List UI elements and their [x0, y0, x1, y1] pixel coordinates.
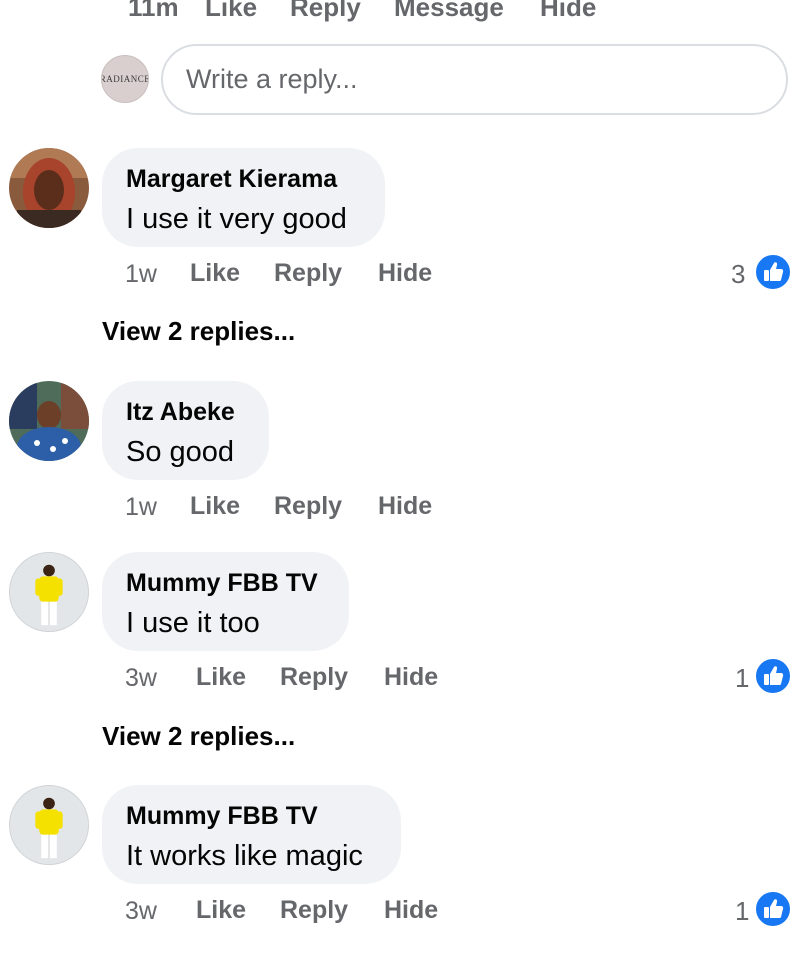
reply-input[interactable] [161, 44, 788, 115]
comment-text: I use it very good [126, 203, 347, 235]
reaction-count[interactable]: 1 [735, 896, 749, 927]
comment-text: I use it too [126, 607, 260, 639]
hide-button[interactable]: Hide [384, 663, 438, 692]
comment-time[interactable]: 1w [125, 493, 157, 522]
comment-author[interactable]: Margaret Kierama [126, 164, 337, 194]
avatar-image [10, 786, 88, 864]
previous-message-button[interactable]: Message [394, 0, 504, 23]
hide-button[interactable]: Hide [384, 896, 438, 925]
comment-author[interactable]: Mummy FBB TV [126, 568, 318, 598]
comment-bubble[interactable]: Itz Abeke So good [102, 381, 269, 480]
reaction-count[interactable]: 3 [731, 259, 745, 290]
reply-button[interactable]: Reply [280, 663, 348, 692]
thumbs-up-icon[interactable] [754, 657, 792, 695]
reaction-count[interactable]: 1 [735, 663, 749, 694]
avatar-margaret-kierama[interactable] [9, 148, 89, 228]
avatar-itz-abeke[interactable] [9, 381, 89, 461]
thumbs-up-glyph [764, 899, 784, 918]
reply-button[interactable]: Reply [274, 492, 342, 521]
comment-text: It works like magic [126, 840, 363, 872]
like-button[interactable]: Like [190, 259, 240, 288]
current-user-avatar: RADIANCE [101, 55, 149, 103]
comment-time[interactable]: 1w [125, 260, 157, 289]
avatar-mummy-fbb-tv[interactable] [9, 785, 89, 865]
avatar-mummy-fbb-tv[interactable] [9, 552, 89, 632]
comment-author[interactable]: Mummy FBB TV [126, 801, 318, 831]
thumbs-up-icon[interactable] [754, 253, 792, 291]
previous-like-button[interactable]: Like [205, 0, 257, 23]
reply-button[interactable]: Reply [280, 896, 348, 925]
previous-reply-button[interactable]: Reply [290, 0, 361, 23]
like-button[interactable]: Like [196, 663, 246, 692]
comment-text: So good [126, 436, 235, 468]
comment-time[interactable]: 3w [125, 664, 157, 693]
avatar-image [9, 381, 89, 461]
avatar-logo-text: RADIANCE [101, 73, 149, 84]
comment-bubble[interactable]: Mummy FBB TV It works like magic [102, 785, 401, 884]
view-replies-link[interactable]: View 2 replies... [102, 721, 295, 752]
avatar-image [10, 553, 88, 631]
hide-button[interactable]: Hide [378, 259, 432, 288]
like-button[interactable]: Like [196, 896, 246, 925]
hide-button[interactable]: Hide [378, 492, 432, 521]
view-replies-link[interactable]: View 2 replies... [102, 316, 295, 347]
like-button[interactable]: Like [190, 492, 240, 521]
comment-author[interactable]: Itz Abeke [126, 397, 235, 427]
thumbs-up-glyph [764, 262, 784, 281]
comment-bubble[interactable]: Mummy FBB TV I use it too [102, 552, 349, 651]
previous-comment-actions: 11m Like Reply Message Hide [0, 0, 812, 30]
reply-button[interactable]: Reply [274, 259, 342, 288]
previous-time: 11m [128, 0, 179, 22]
previous-hide-button[interactable]: Hide [540, 0, 596, 23]
comment-time[interactable]: 3w [125, 897, 157, 926]
comment-bubble[interactable]: Margaret Kierama I use it very good [102, 148, 385, 247]
thumbs-up-glyph [764, 666, 784, 685]
avatar-image [9, 148, 89, 228]
thumbs-up-icon[interactable] [754, 890, 792, 928]
